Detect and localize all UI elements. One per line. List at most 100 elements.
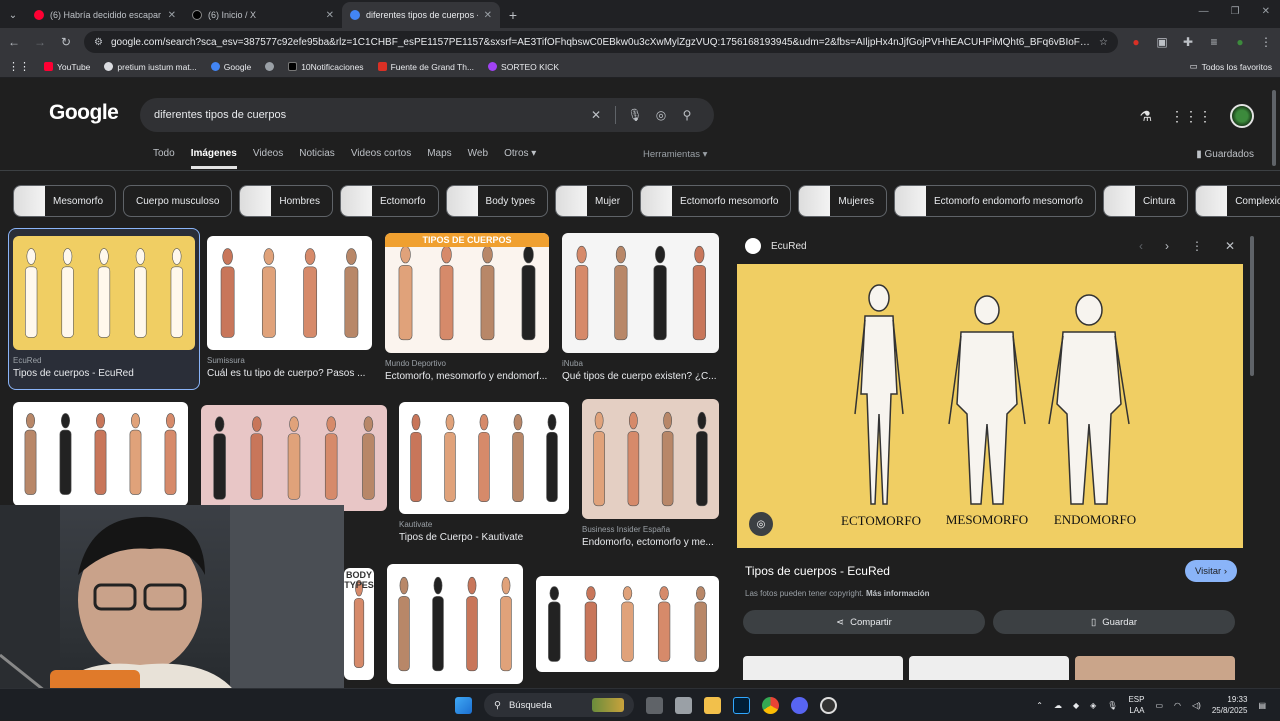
tab-maps[interactable]: Maps (427, 148, 451, 169)
lens-search-icon[interactable]: ◎ (749, 512, 773, 536)
bookmark-pretium[interactable]: pretium iustum mat... (104, 62, 197, 72)
preview-image[interactable]: ECTOMORFO MESOMORFO ENDOMORFO ◎ (737, 264, 1243, 548)
display-icon[interactable]: ▭ (1155, 701, 1163, 710)
image-result[interactable]: Sumissura Cuál es tu tipo de cuerpo? Paso… (207, 236, 372, 379)
tab-search-button[interactable]: ⌄ (0, 2, 26, 28)
search-input[interactable]: diferentes tipos de cuerpos (154, 109, 583, 121)
close-window-icon[interactable]: ✕ (1262, 6, 1270, 17)
result-image[interactable] (582, 399, 719, 519)
result-image[interactable] (201, 405, 387, 511)
close-tab-icon[interactable]: ✕ (326, 10, 334, 21)
result-source[interactable]: Kautivate (399, 520, 569, 529)
related-thumb[interactable] (909, 656, 1069, 680)
share-button[interactable]: ⋖ Compartir (743, 610, 985, 634)
more-info-link[interactable]: Más información (866, 589, 930, 598)
result-image[interactable]: TIPOS DE CUERPOS (385, 233, 549, 353)
chip[interactable]: Mujeres (798, 185, 887, 217)
task-view-icon[interactable] (646, 696, 663, 714)
saved-button[interactable]: ▮ Guardados (1196, 149, 1254, 160)
panel-scrollbar[interactable] (1250, 236, 1254, 376)
image-result[interactable]: EcuRed Tipos de cuerpos - EcuRed (13, 236, 195, 379)
address-bar[interactable]: ⚙ google.com/search?sca_esv=387577c92efe… (84, 31, 1118, 53)
close-icon[interactable]: ✕ (1225, 239, 1235, 253)
result-source[interactable]: EcuRed (13, 356, 195, 365)
panel-title[interactable]: Tipos de cuerpos - EcuRed (745, 564, 890, 578)
chip[interactable]: Cintura (1102, 185, 1189, 217)
search-box[interactable]: diferentes tipos de cuerpos ✕ 🎙 ◎ ⚲ (140, 98, 714, 132)
tab-imagenes[interactable]: Imágenes (190, 148, 237, 169)
bookmark-youtube[interactable]: YouTube (44, 62, 90, 72)
notifications-icon[interactable]: ▤ (1258, 701, 1266, 710)
maximize-icon[interactable]: ❐ (1231, 6, 1240, 17)
tab-youtube[interactable]: (6) Habría decidido escapar a N ✕ (26, 2, 184, 28)
discord-icon[interactable] (791, 696, 808, 714)
result-title[interactable]: Tipos de cuerpos - EcuRed (13, 368, 195, 379)
chrome-icon[interactable] (762, 696, 779, 714)
result-source[interactable]: iNuba (562, 359, 719, 368)
shield-icon[interactable]: ◈ (1090, 701, 1096, 710)
chip[interactable]: Ectomorfo (339, 185, 439, 217)
image-result[interactable]: Business Insider España Endomorfo, ectomo… (582, 399, 719, 548)
media-icon[interactable]: ≡ (1206, 35, 1222, 49)
tab-todo[interactable]: Todo (153, 148, 175, 169)
extension-icon[interactable]: ▣ (1154, 35, 1170, 49)
result-title[interactable]: Tipos de Cuerpo - Kautivate (399, 532, 569, 543)
windows-start-icon[interactable] (455, 696, 472, 714)
bookmark-globe[interactable] (265, 62, 275, 71)
panel-site[interactable]: EcuRed (771, 241, 807, 252)
more-icon[interactable]: ⋮ (1191, 239, 1203, 253)
result-source[interactable]: Sumissura (207, 356, 372, 365)
apps-grid-icon[interactable]: ⋮⋮⋮ (1170, 108, 1212, 125)
result-image[interactable] (562, 233, 719, 353)
chip[interactable]: Cuerpo musculoso (123, 185, 233, 217)
chip[interactable]: Hombres (239, 185, 333, 217)
visit-button[interactable]: Visitar › (1184, 560, 1237, 582)
avatar[interactable] (1230, 104, 1254, 128)
page-scrollbar[interactable] (1272, 90, 1276, 166)
image-result[interactable] (387, 564, 523, 684)
prev-icon[interactable]: ‹ (1139, 239, 1143, 253)
chip[interactable]: Complexion med (1195, 185, 1280, 217)
result-title[interactable]: Ectomorfo, mesomorfo y endomorf... (385, 371, 549, 382)
chip[interactable]: Mesomorfo (13, 185, 117, 217)
tab-otros[interactable]: Otros ▾ (504, 148, 536, 169)
photoshop-icon[interactable] (733, 696, 750, 714)
chip[interactable]: Ectomorfo mesomorfo (640, 185, 792, 217)
labs-flask-icon[interactable]: ⚗ (1139, 108, 1152, 125)
result-source[interactable]: Mundo Deportivo (385, 359, 549, 368)
image-result[interactable]: iNuba Qué tipos de cuerpo existen? ¿C... (562, 233, 719, 382)
bookmark-notificaciones[interactable]: 10Notificaciones (288, 62, 364, 72)
close-tab-icon[interactable]: ✕ (168, 10, 176, 21)
google-logo[interactable]: Google (49, 101, 119, 125)
wifi-icon[interactable]: ◠ (1174, 701, 1181, 710)
tools-button[interactable]: Herramientas ▾ (643, 149, 707, 160)
tab-videos-cortos[interactable]: Videos cortos (351, 148, 411, 169)
show-hidden-icon[interactable]: ⌃ (1036, 701, 1043, 710)
extension-red-icon[interactable]: ● (1128, 35, 1144, 49)
bookmark-grand-theft[interactable]: Fuente de Grand Th... (377, 62, 474, 72)
result-source[interactable]: Business Insider España (582, 525, 719, 534)
file-explorer-icon[interactable] (704, 696, 721, 714)
bookmark-google[interactable]: Google (210, 62, 251, 72)
result-image[interactable] (536, 576, 719, 672)
tab-noticias[interactable]: Noticias (299, 148, 335, 169)
next-icon[interactable]: › (1165, 239, 1169, 253)
bookmark-sorteo-kick[interactable]: SORTEO KICK (488, 62, 559, 72)
tab-google-search[interactable]: diferentes tipos de cuerpos - B ✕ (342, 2, 500, 28)
cloud-icon[interactable]: ☁ (1054, 701, 1062, 710)
reload-icon[interactable]: ↻ (58, 35, 74, 49)
microphone-icon[interactable]: 🎙 (622, 108, 648, 122)
close-tab-icon[interactable]: ✕ (484, 10, 492, 21)
forward-icon[interactable]: → (32, 35, 48, 49)
printer-icon[interactable] (675, 696, 692, 714)
image-result[interactable]: BODY TYPES (344, 568, 374, 680)
network-app-icon[interactable]: ◆ (1073, 701, 1079, 710)
tab-web[interactable]: Web (468, 148, 488, 169)
result-image[interactable] (399, 402, 569, 514)
minimize-icon[interactable]: — (1199, 6, 1209, 17)
result-title[interactable]: Qué tipos de cuerpo existen? ¿C... (562, 371, 719, 382)
image-result[interactable]: TIPOS DE CUERPOS Mundo Deportivo Ectomorfo… (385, 233, 549, 382)
tab-videos[interactable]: Videos (253, 148, 283, 169)
result-title[interactable]: Cuál es tu tipo de cuerpo? Pasos ... (207, 368, 372, 379)
mic-icon[interactable]: 🎙 (1107, 701, 1117, 710)
